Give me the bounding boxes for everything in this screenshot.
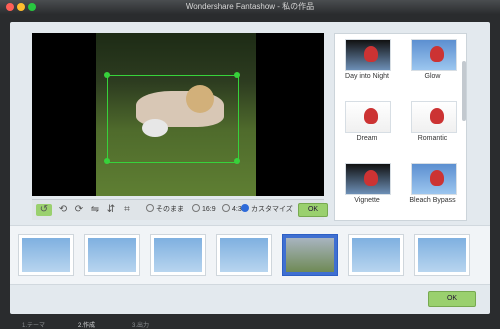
effect-vignette[interactable]: Vignette [335, 158, 401, 220]
effect-thumbnail [410, 39, 457, 71]
crop-handle-bottom-right[interactable] [234, 158, 240, 164]
photo-thumbnail-image [286, 238, 334, 272]
balloon-icon [364, 108, 378, 124]
crop-handle-bottom-left[interactable] [104, 158, 110, 164]
radio-icon [146, 204, 154, 212]
aspect-option-4-3[interactable]: 4:3 [222, 204, 242, 216]
aspect-option-custom[interactable]: カスタマイズ [241, 204, 293, 216]
photo-thumbnail[interactable] [18, 234, 74, 276]
effect-label: Glow [424, 73, 441, 80]
radio-icon [222, 204, 230, 212]
radio-selected-icon [241, 204, 249, 212]
effect-thumbnail [410, 163, 457, 195]
zoom-window-button[interactable] [28, 3, 36, 11]
effect-bleach-bypass[interactable]: Bleach Bypass [401, 158, 467, 220]
photo-thumbnail-image [418, 238, 466, 272]
close-window-button[interactable] [6, 3, 14, 11]
tab-theme[interactable]: 1.テーマ [22, 320, 45, 329]
aspect-option-label: 16:9 [202, 206, 216, 213]
aspect-option-16-9[interactable]: 16:9 [192, 204, 216, 216]
dialog-ok-button[interactable]: OK [428, 291, 476, 307]
crop-handle-top-right[interactable] [234, 72, 240, 78]
torn-edge-decoration [0, 14, 500, 22]
effect-label: Dream [356, 135, 378, 142]
effect-thumbnail [410, 101, 457, 133]
window-title: Wondershare Fantashow - 私の作品 [185, 2, 315, 11]
photo-thumbnail-image [22, 238, 70, 272]
balloon-icon [364, 46, 378, 62]
undo-icon[interactable]: ↺ [36, 204, 52, 216]
toolbar-ok-button[interactable]: OK [298, 203, 328, 217]
effect-thumbnail [345, 163, 391, 195]
aspect-option-original[interactable]: そのまま [146, 204, 184, 216]
rotate-left-icon[interactable]: ⟲ [57, 204, 69, 216]
flip-vertical-icon[interactable]: ⇵ [105, 204, 117, 216]
photo-thumbnail[interactable] [84, 234, 140, 276]
photo-thumbnail-image [220, 238, 268, 272]
effects-panel: Day into Night Glow Dream Romantic Vigne… [334, 33, 467, 221]
balloon-icon [429, 108, 444, 124]
balloon-icon [364, 170, 378, 186]
photo-thumbnail-selected[interactable] [282, 234, 338, 276]
photo-thumbnail[interactable] [216, 234, 272, 276]
effect-thumbnail [345, 101, 391, 133]
photo-thumbnail[interactable] [348, 234, 404, 276]
crop-handle-top-left[interactable] [104, 72, 110, 78]
rotate-right-icon[interactable]: ⟳ [73, 204, 85, 216]
effect-label: Bleach Bypass [409, 197, 456, 204]
effect-thumbnail [345, 39, 391, 71]
photo-thumbnail-image [88, 238, 136, 272]
effect-label: Romantic [417, 135, 448, 142]
balloon-icon [429, 170, 444, 186]
effect-label: Day into Night [345, 73, 389, 80]
photo-thumbnail-strip [10, 225, 490, 285]
effects-scrollbar[interactable] [462, 61, 466, 121]
edit-toolbar: ↺ ⟲ ⟳ ⇋ ⇵ ⌗ そのまま 16:9 4:3 カスタマイズ OK [32, 199, 328, 220]
aspect-option-label: そのまま [156, 206, 184, 213]
crop-icon[interactable]: ⌗ [121, 204, 133, 216]
crop-rectangle[interactable] [107, 75, 239, 163]
radio-icon [192, 204, 200, 212]
effect-dream[interactable]: Dream [335, 96, 401, 158]
flip-horizontal-icon[interactable]: ⇋ [89, 204, 101, 216]
tab-output[interactable]: 3.出力 [132, 320, 149, 329]
minimize-window-button[interactable] [17, 3, 25, 11]
photo-thumbnail[interactable] [414, 234, 470, 276]
window-titlebar: Wondershare Fantashow - 私の作品 [0, 0, 500, 14]
tab-create[interactable]: 2.作成 [78, 320, 95, 329]
effect-day-into-night[interactable]: Day into Night [335, 34, 401, 96]
aspect-option-label: カスタマイズ [251, 206, 293, 213]
effect-label: Vignette [354, 197, 380, 204]
photo-thumbnail-image [352, 238, 400, 272]
effect-romantic[interactable]: Romantic [401, 96, 467, 158]
effect-glow[interactable]: Glow [401, 34, 467, 96]
balloon-icon [429, 46, 444, 62]
workflow-tabs: 1.テーマ 2.作成 3.出力 [0, 317, 500, 329]
photo-thumbnail[interactable] [150, 234, 206, 276]
photo-thumbnail-image [154, 238, 202, 272]
